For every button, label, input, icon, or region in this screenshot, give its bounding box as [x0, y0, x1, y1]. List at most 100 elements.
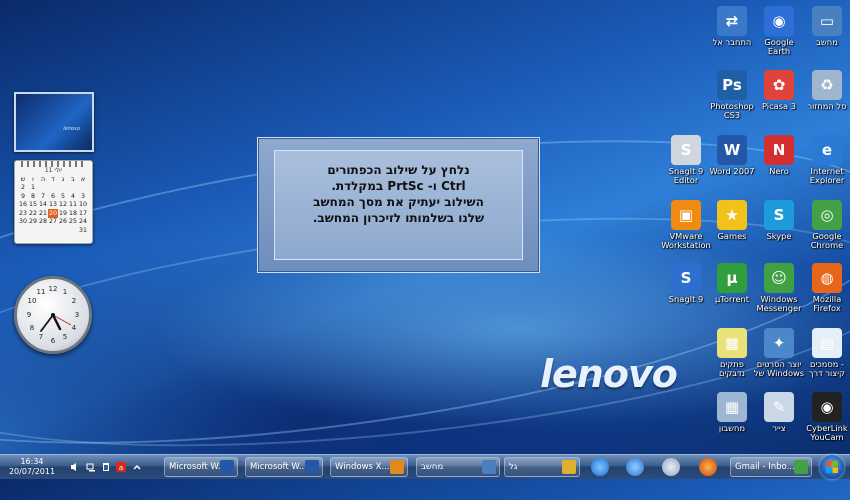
calendar-day[interactable]: 26 — [58, 218, 68, 227]
calendar-day[interactable]: 19 — [58, 209, 68, 218]
desktop-shortcut[interactable]: ✿ Picasa 3 — [752, 70, 806, 111]
desktop-shortcut[interactable]: ◍ Mozilla Firefox — [800, 263, 850, 313]
calendar-day[interactable]: 21 — [38, 209, 48, 218]
taskbar-gmail[interactable]: Gmail - Inbo... — [730, 457, 812, 477]
desktop-shortcut[interactable]: N Nero — [752, 135, 806, 176]
network-icon[interactable] — [86, 462, 96, 472]
calendar-day[interactable]: 3 — [78, 192, 88, 201]
volume-icon[interactable] — [70, 462, 80, 472]
taskbar-gal[interactable]: גל — [504, 457, 580, 477]
calendar-day[interactable] — [48, 184, 58, 193]
taskbar-windows-x[interactable]: Windows X... — [330, 457, 408, 477]
taskbar-word-2[interactable]: Microsoft W... — [245, 457, 323, 477]
calendar-day[interactable]: 27 — [48, 218, 58, 227]
desktop-shortcut[interactable]: ◎ Google Chrome — [800, 200, 850, 250]
power-icon[interactable] — [101, 462, 111, 472]
calendar-day[interactable]: 6 — [48, 192, 58, 201]
desktop-shortcut-label: יוצר הסרטים של Windows — [753, 359, 805, 378]
firefox-quicklaunch-icon[interactable] — [699, 458, 717, 476]
desktop-shortcut[interactable]: µ µTorrent — [705, 263, 759, 304]
calendar-day[interactable] — [68, 226, 78, 235]
desktop-shortcut[interactable]: ✎ צייר — [752, 392, 806, 433]
desktop-shortcut[interactable]: ☺ Windows Messenger — [752, 263, 806, 313]
taskbar-word-1[interactable]: Microsoft W... — [164, 457, 238, 477]
calendar-day[interactable]: 23 — [18, 209, 28, 218]
desktop-shortcut[interactable]: ♻ סל המחזור — [800, 70, 850, 111]
desktop-shortcut-label: CyberLink YouCam — [806, 423, 848, 442]
calendar-day[interactable]: 31 — [78, 226, 88, 235]
calendar-day[interactable] — [18, 226, 28, 235]
calendar-day[interactable]: 28 — [38, 218, 48, 227]
desktop-shortcut[interactable]: ▦ מחשבון — [705, 392, 759, 433]
calendar-day[interactable]: 13 — [48, 201, 58, 210]
calendar-day[interactable]: 25 — [68, 218, 78, 227]
calendar-day[interactable] — [78, 184, 88, 193]
calendar-day[interactable] — [38, 226, 48, 235]
clock-face-icon: 12 12 345 678 91011 — [27, 285, 79, 345]
slideshow-gadget[interactable]: lenovo — [14, 92, 94, 152]
desktop-shortcut[interactable]: S SnagIt 9 — [659, 263, 713, 304]
calendar-day[interactable]: 5 — [58, 192, 68, 201]
desktop-shortcut[interactable]: ◉ CyberLink YouCam — [800, 392, 850, 442]
calendar-day[interactable] — [38, 184, 48, 193]
tray-app-icon[interactable]: a — [116, 462, 126, 472]
calendar-day[interactable]: 30 — [18, 218, 28, 227]
desktop-shortcut[interactable]: W Word 2007 — [705, 135, 759, 176]
desktop-shortcut[interactable]: S Skype — [752, 200, 806, 241]
calendar-day[interactable] — [58, 184, 68, 193]
nero-icon: N — [764, 135, 794, 165]
ie-quicklaunch-icon[interactable] — [591, 458, 609, 476]
desktop-shortcut[interactable]: ★ Games — [705, 200, 759, 241]
snagit-quicklaunch-icon[interactable] — [626, 458, 644, 476]
calendar-day[interactable] — [28, 226, 38, 235]
calendar-day[interactable]: 4 — [68, 192, 78, 201]
calendar-day[interactable]: 8 — [28, 192, 38, 201]
svg-text:12: 12 — [49, 285, 58, 293]
calendar-day[interactable]: 14 — [38, 201, 48, 210]
desktop-shortcut-label: מסמכים - קיצור דרך — [809, 359, 845, 378]
calendar-day[interactable]: 7 — [38, 192, 48, 201]
desktop-shortcut[interactable]: ▤ מסמכים - קיצור דרך — [800, 328, 850, 378]
desktop-shortcut[interactable]: ◉ Google Earth — [752, 6, 806, 56]
tray-clock[interactable]: 16:34 20/07/2011 — [4, 457, 60, 477]
show-hidden-icons-icon[interactable] — [132, 462, 142, 472]
calendar-day[interactable]: 22 — [28, 209, 38, 218]
svg-text:1: 1 — [63, 288, 67, 296]
calendar-day[interactable]: 29 — [28, 218, 38, 227]
sticky-notes-icon: ▦ — [717, 328, 747, 358]
desktop-shortcut-label: התחבר אל — [712, 37, 752, 47]
desktop-shortcut[interactable]: ▦ פתקים נדבקים — [705, 328, 759, 378]
svg-text:11: 11 — [37, 288, 46, 296]
desktop-shortcut[interactable]: ▭ מחשב — [800, 6, 850, 47]
calendar-day[interactable]: 17 — [78, 209, 88, 218]
calendar-gadget[interactable]: יולי 11 ש ו ה ד ג ב א 2 1 9 8 7 6 5 4 3 16 15 14 13 1… — [14, 160, 93, 244]
calendar-day[interactable]: 10 — [78, 201, 88, 210]
desktop-shortcut-label: Skype — [766, 231, 792, 241]
calendar-day[interactable]: 16 — [18, 201, 28, 210]
calendar-day[interactable] — [68, 184, 78, 193]
calendar-day[interactable] — [58, 226, 68, 235]
desktop-shortcut[interactable]: Ps Photoshop CS3 — [705, 70, 759, 120]
calendar-day[interactable]: 9 — [18, 192, 28, 201]
desktop-shortcut[interactable]: S SnagIt 9 Editor — [659, 135, 713, 185]
calendar-day[interactable]: 12 — [58, 201, 68, 210]
calendar-day[interactable]: 2 — [18, 184, 28, 193]
calendar-day[interactable]: 24 — [78, 218, 88, 227]
calendar-days: 2 1 9 8 7 6 5 4 3 16 15 14 13 12 11 10 23 22 21 20 19 18 17 30 2… — [18, 184, 88, 235]
desktop-shortcut[interactable]: ✦ יוצר הסרטים של Windows — [752, 328, 806, 378]
desktop-shortcut[interactable]: e Internet Explorer — [800, 135, 850, 185]
desktop-shortcut[interactable]: ⇄ התחבר אל — [705, 6, 759, 47]
desktop-shortcut[interactable]: ▣ VMware Workstation — [659, 200, 713, 250]
calendar-day[interactable] — [48, 226, 58, 235]
calendar-day[interactable]: 20 — [48, 209, 58, 218]
calendar-day[interactable]: 18 — [68, 209, 78, 218]
calendar-day[interactable]: 1 — [28, 184, 38, 193]
taskbar-computer[interactable]: מחשב — [416, 457, 500, 477]
start-button[interactable] — [820, 455, 844, 479]
clock-gadget[interactable]: 12 1 2 345 678 9 10 11 — [14, 276, 92, 354]
calendar-day[interactable]: 11 — [68, 201, 78, 210]
vmware-icon: ▣ — [671, 200, 701, 230]
calendar-grid: ש ו ה ד ג ב א — [18, 175, 88, 184]
paint-quicklaunch-icon[interactable] — [662, 458, 680, 476]
calendar-day[interactable]: 15 — [28, 201, 38, 210]
